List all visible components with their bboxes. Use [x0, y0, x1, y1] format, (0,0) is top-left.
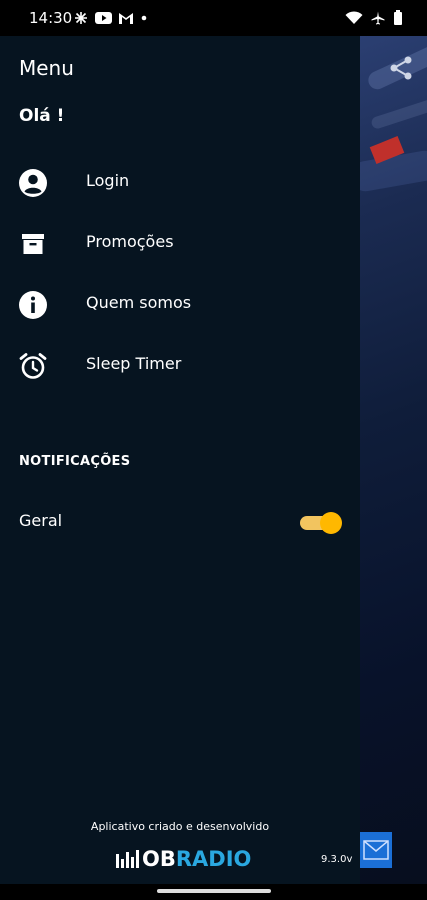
pinwheel-icon — [75, 12, 87, 24]
menu-item-label: Quem somos — [86, 293, 192, 312]
geral-notifications-toggle[interactable] — [298, 511, 342, 535]
status-left-icons — [73, 10, 148, 26]
info-icon — [17, 289, 49, 321]
setting-label: Geral — [19, 511, 63, 530]
menu-item-label: Promoções — [86, 232, 174, 251]
airplane-mode-icon — [371, 11, 385, 24]
gmail-icon — [119, 12, 133, 24]
alarm-clock-icon — [17, 350, 49, 382]
setting-row-geral: Geral — [0, 506, 360, 536]
drawer-title: Menu — [19, 56, 74, 80]
battery-icon — [394, 10, 402, 25]
mail-icon[interactable] — [360, 832, 392, 868]
navigation-drawer: Menu Olá ! Login Promoções Quem somos Sl… — [0, 36, 360, 884]
menu-item-login[interactable]: Login — [0, 158, 360, 204]
credit-text: Aplicativo criado e desenvolvido — [90, 820, 270, 833]
navigation-bar — [0, 884, 427, 900]
dot-icon — [141, 15, 147, 21]
share-icon[interactable] — [389, 55, 413, 81]
status-right-icons — [345, 10, 403, 25]
logo-text-blue: RADIO — [175, 847, 252, 871]
status-time: 14:30 — [29, 9, 73, 27]
notifications-section-title: NOTIFICAÇÕES — [19, 454, 131, 469]
toggle-thumb — [320, 512, 342, 534]
menu-item-promocoes[interactable]: Promoções — [0, 219, 360, 265]
account-circle-icon — [17, 167, 49, 199]
obradio-logo: OB RADIO — [116, 847, 251, 871]
status-bar: 14:30 — [0, 0, 427, 36]
greeting-text: Olá ! — [19, 106, 65, 126]
youtube-icon — [95, 12, 112, 24]
menu-item-label: Sleep Timer — [86, 354, 182, 373]
background-app — [360, 36, 427, 884]
app-version: 9.3.0v — [321, 854, 353, 865]
menu-item-sleep-timer[interactable]: Sleep Timer — [0, 341, 360, 387]
menu-item-quem-somos[interactable]: Quem somos — [0, 280, 360, 326]
background-art — [370, 93, 427, 131]
logo-bars — [116, 850, 139, 868]
menu-item-label: Login — [86, 171, 130, 190]
logo-text-white: OB — [142, 847, 176, 871]
archive-box-icon — [17, 228, 49, 260]
wifi-icon — [345, 10, 363, 24]
home-gesture-handle[interactable] — [157, 889, 271, 893]
